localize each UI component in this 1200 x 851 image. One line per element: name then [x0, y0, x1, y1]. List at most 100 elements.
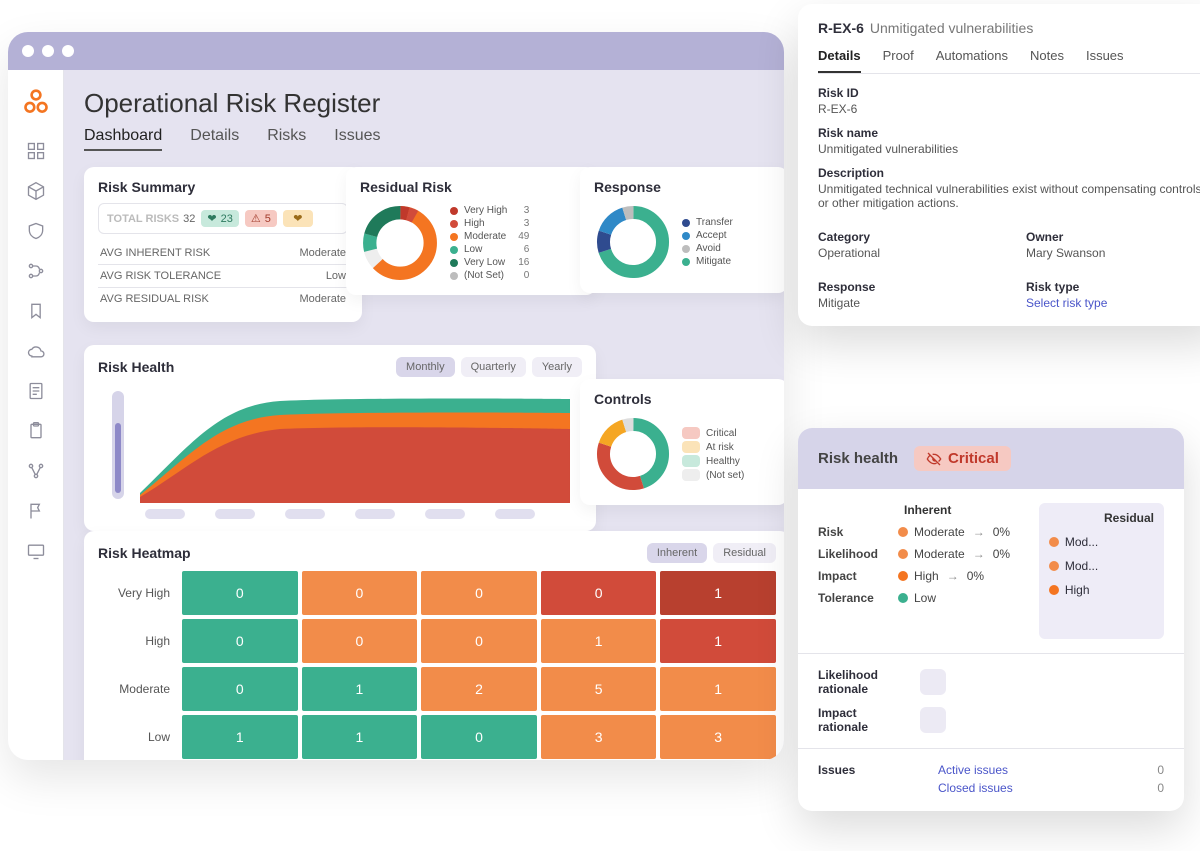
heatmap-cell[interactable]: 5 — [541, 667, 657, 711]
heatmap-cell[interactable]: 1 — [660, 667, 776, 711]
risk-health-panel: Risk health Critical Inherent RiskModera… — [798, 428, 1184, 811]
bookmark-icon[interactable] — [26, 301, 46, 321]
heatmap-cell[interactable]: 1 — [541, 619, 657, 663]
rhp-residual-row: High — [1049, 583, 1154, 597]
summary-row-value: Moderate — [300, 247, 346, 259]
scroll-pills — [98, 509, 582, 519]
legend-item: At risk — [682, 441, 744, 453]
field-label: Risk type — [1026, 280, 1200, 294]
rationale-input[interactable] — [920, 707, 946, 733]
seg-monthly[interactable]: Monthly — [396, 357, 455, 377]
summary-row-label: AVG INHERENT RISK — [100, 247, 210, 259]
tab-issues[interactable]: Issues — [334, 127, 380, 151]
heatmap-cell[interactable]: 1 — [660, 571, 776, 615]
dashboard-icon[interactable] — [26, 141, 46, 161]
scroll-pill[interactable] — [495, 509, 535, 519]
response-donut-chart — [594, 203, 672, 281]
detail-id: R-EX-6 — [818, 20, 864, 36]
scroll-pill[interactable] — [425, 509, 465, 519]
field-label: Description — [818, 166, 1200, 180]
seg-quarterly[interactable]: Quarterly — [461, 357, 526, 377]
heatmap-cell[interactable]: 0 — [182, 619, 298, 663]
legend-item: High3 — [450, 218, 529, 229]
nodes-icon[interactable] — [26, 461, 46, 481]
issues-row: Closed issues 0 — [818, 781, 1164, 795]
legend-item: Very Low16 — [450, 257, 529, 268]
heatmap-cell[interactable]: 0 — [182, 571, 298, 615]
field-value: Mary Swanson — [1026, 246, 1200, 260]
seg-residual[interactable]: Residual — [713, 543, 776, 563]
rationale-label: Likelihood rationale — [818, 668, 898, 696]
legend-item: Mitigate — [682, 256, 733, 267]
doc-icon[interactable] — [26, 381, 46, 401]
rhp-residual-row: Mod... — [1049, 535, 1154, 549]
risk-type-link[interactable]: Select risk type — [1026, 296, 1200, 310]
seg-inherent[interactable]: Inherent — [647, 543, 707, 563]
window-dot[interactable] — [62, 45, 74, 57]
flag-icon[interactable] — [26, 501, 46, 521]
healthy-chip[interactable]: ❤ 23 — [201, 210, 238, 227]
heatmap-cell[interactable]: 0 — [541, 571, 657, 615]
field-value: Unmitigated vulnerabilities — [818, 142, 1200, 156]
content-area: Operational Risk Register Dashboard Deta… — [64, 70, 784, 760]
legend-item: Healthy — [682, 455, 744, 467]
residual-risk-card: Residual Risk Very High3High3Moderate49L… — [346, 167, 596, 295]
heatmap-cell[interactable]: 3 — [660, 715, 776, 759]
dtab-automations[interactable]: Automations — [936, 48, 1008, 73]
residual-legend: Very High3High3Moderate49Low6Very Low16(… — [450, 203, 529, 283]
branch-icon[interactable] — [26, 261, 46, 281]
card-title: Risk Heatmap — [98, 545, 191, 561]
card-title: Residual Risk — [360, 179, 582, 195]
screen-icon[interactable] — [26, 541, 46, 561]
critical-status-pill: Critical — [914, 446, 1011, 471]
heatmap-cell[interactable]: 0 — [421, 619, 537, 663]
cloud-icon[interactable] — [26, 341, 46, 361]
response-legend: TransferAcceptAvoidMitigate — [682, 215, 733, 269]
legend-item: Accept — [682, 230, 733, 241]
seg-yearly[interactable]: Yearly — [532, 357, 582, 377]
heatmap-cell[interactable]: 3 — [541, 715, 657, 759]
risk-health-card: Risk Health Monthly Quarterly Yearly — [84, 345, 596, 531]
scroll-pill[interactable] — [355, 509, 395, 519]
atrisk-chip[interactable]: ❤ — [283, 210, 313, 227]
critical-chip[interactable]: ⚠ 5 — [245, 210, 277, 227]
heatmap-cell[interactable]: 0 — [302, 619, 418, 663]
heatmap-cell[interactable]: 2 — [421, 667, 537, 711]
heatmap-cell[interactable]: 0 — [421, 715, 537, 759]
dtab-issues[interactable]: Issues — [1086, 48, 1124, 73]
tab-dashboard[interactable]: Dashboard — [84, 127, 162, 151]
controls-donut-chart — [594, 415, 672, 493]
dtab-proof[interactable]: Proof — [883, 48, 914, 73]
active-issues-link[interactable]: Active issues — [938, 763, 1157, 777]
heatmap-cell[interactable]: 1 — [302, 667, 418, 711]
scroll-pill[interactable] — [285, 509, 325, 519]
total-risks-value: 32 — [183, 213, 195, 225]
risk-heatmap-card: Risk Heatmap Inherent Residual Very High… — [84, 531, 784, 760]
window-dot[interactable] — [22, 45, 34, 57]
shield-icon[interactable] — [26, 221, 46, 241]
summary-row: AVG RESIDUAL RISKModerate — [98, 287, 348, 310]
heatmap-cell[interactable]: 0 — [421, 571, 537, 615]
window-dot[interactable] — [42, 45, 54, 57]
rhp-residual-row: Mod... — [1049, 559, 1154, 573]
rationale-input[interactable] — [920, 669, 946, 695]
scroll-pill[interactable] — [145, 509, 185, 519]
dtab-details[interactable]: Details — [818, 48, 861, 73]
tab-risks[interactable]: Risks — [267, 127, 306, 151]
heatmap-cell[interactable]: 1 — [660, 619, 776, 663]
issues-row: Issues Active issues 0 — [818, 763, 1164, 777]
summary-row-value: Moderate — [300, 293, 346, 305]
heatmap-cell[interactable]: 1 — [182, 715, 298, 759]
heatmap-cell[interactable]: 0 — [182, 667, 298, 711]
heatmap-cell[interactable]: 1 — [302, 715, 418, 759]
tab-details[interactable]: Details — [190, 127, 239, 151]
dtab-notes[interactable]: Notes — [1030, 48, 1064, 73]
field-label: Owner — [1026, 230, 1200, 244]
closed-issues-link[interactable]: Closed issues — [938, 781, 1157, 795]
cube-icon[interactable] — [26, 181, 46, 201]
rhp-header: Risk health Critical — [798, 428, 1184, 489]
scroll-pill[interactable] — [215, 509, 255, 519]
clipboard-icon[interactable] — [26, 421, 46, 441]
app-window: Operational Risk Register Dashboard Deta… — [8, 32, 784, 760]
heatmap-cell[interactable]: 0 — [302, 571, 418, 615]
